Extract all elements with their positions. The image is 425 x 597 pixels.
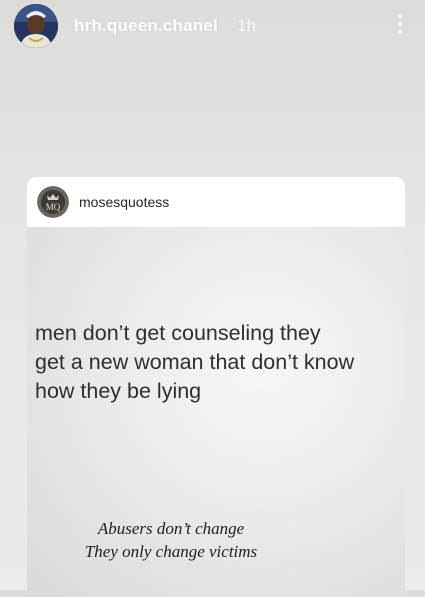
quote-subtext: Abusers don’t change They only change vi… [27, 517, 315, 563]
story-timestamp: 1h [237, 16, 256, 35]
more-dot-top [398, 14, 402, 18]
quote-line: get a new woman that don’t know [35, 350, 355, 374]
story-header: hrh.queen.chanel 1h [0, 0, 425, 56]
more-dot-bottom [398, 30, 402, 34]
quote-image: men don’t get counseling they get a new … [27, 227, 405, 597]
quote-line: men don’t get counseling they [35, 321, 321, 345]
more-dot-middle [398, 22, 402, 26]
svg-text:MQ: MQ [46, 202, 61, 212]
quote-subline: They only change victims [84, 542, 258, 561]
more-vertical-icon[interactable] [391, 12, 409, 36]
story-username[interactable]: hrh.queen.chanel [74, 16, 218, 36]
quote-line: how they be lying [35, 379, 202, 403]
quote-logo-icon[interactable]: MQ [37, 186, 69, 218]
shared-post-card[interactable]: MQ mosesquotess men don’t get counseling… [27, 177, 405, 597]
post-username[interactable]: mosesquotess [79, 194, 169, 210]
avatar-image [14, 4, 58, 48]
post-header: MQ mosesquotess [27, 177, 405, 227]
post-avatar-image: MQ [37, 186, 69, 218]
quote-subline: Abusers don’t change [97, 519, 245, 538]
profile-avatar-icon[interactable] [14, 4, 58, 48]
quote-text: men don’t get counseling they get a new … [35, 319, 400, 406]
